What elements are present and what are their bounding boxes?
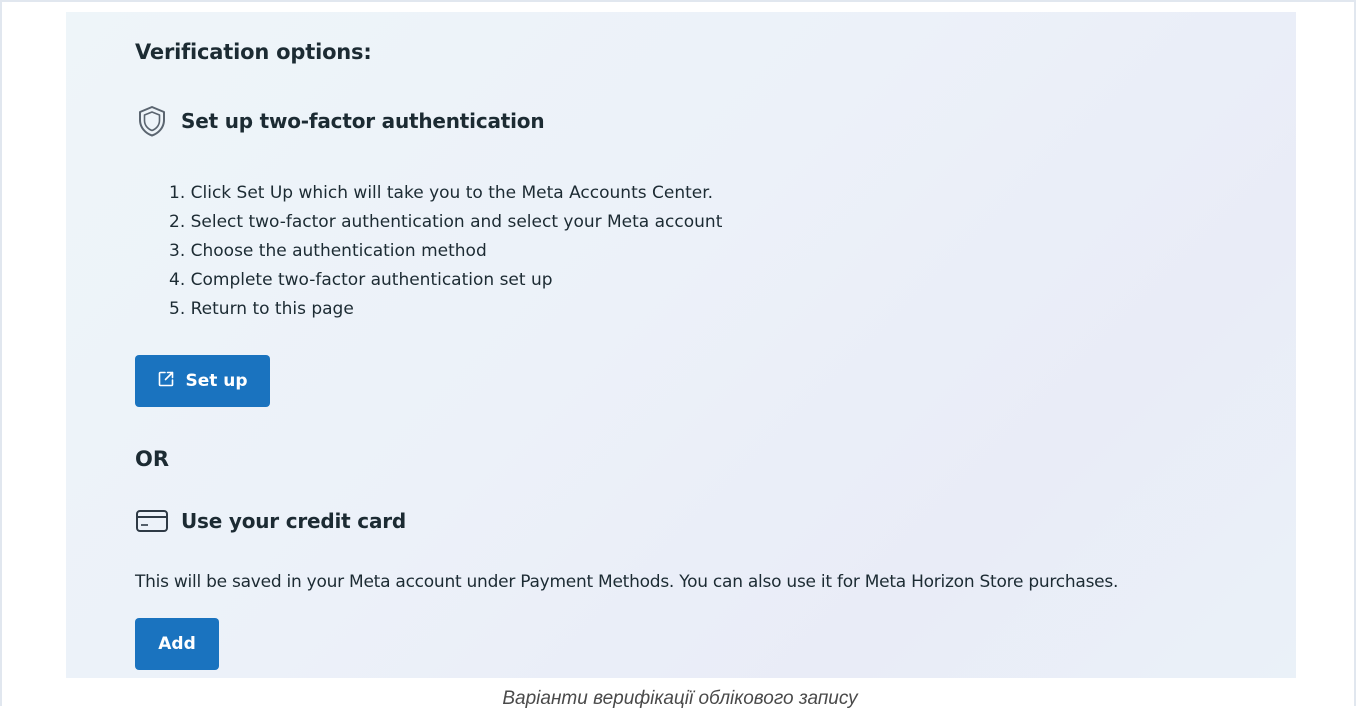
add-button-label: Add bbox=[158, 634, 196, 654]
or-divider-label: OR bbox=[135, 447, 170, 471]
two-factor-section-title: Set up two-factor authentication bbox=[135, 104, 545, 138]
setup-step: 4. Complete two-factor authentication se… bbox=[169, 270, 553, 290]
setup-step: 1. Click Set Up which will take you to t… bbox=[169, 183, 714, 203]
setup-step: 5. Return to this page bbox=[169, 299, 354, 319]
shield-icon bbox=[135, 104, 169, 138]
figure-frame: Verification options: Set up two-factor … bbox=[0, 0, 1356, 709]
figure-caption: Варіанти верифікації облікового запису bbox=[502, 688, 858, 709]
setup-step: 2. Select two-factor authentication and … bbox=[169, 212, 723, 232]
credit-card-title: Use your credit card bbox=[181, 509, 407, 533]
verification-panel: Verification options: Set up two-factor … bbox=[66, 12, 1296, 678]
credit-card-icon bbox=[135, 504, 169, 538]
set-up-button-label: Set up bbox=[185, 371, 248, 391]
setup-step: 3. Choose the authentication method bbox=[169, 241, 487, 261]
external-link-icon bbox=[157, 370, 175, 393]
credit-card-section-title: Use your credit card bbox=[135, 504, 406, 538]
set-up-button[interactable]: Set up bbox=[135, 355, 270, 407]
add-card-button[interactable]: Add bbox=[135, 618, 219, 670]
two-factor-title: Set up two-factor authentication bbox=[181, 109, 545, 133]
setup-steps-list: 1. Click Set Up which will take you to t… bbox=[169, 179, 722, 324]
verification-heading: Verification options: bbox=[135, 40, 372, 64]
credit-card-description: This will be saved in your Meta account … bbox=[135, 572, 1119, 592]
